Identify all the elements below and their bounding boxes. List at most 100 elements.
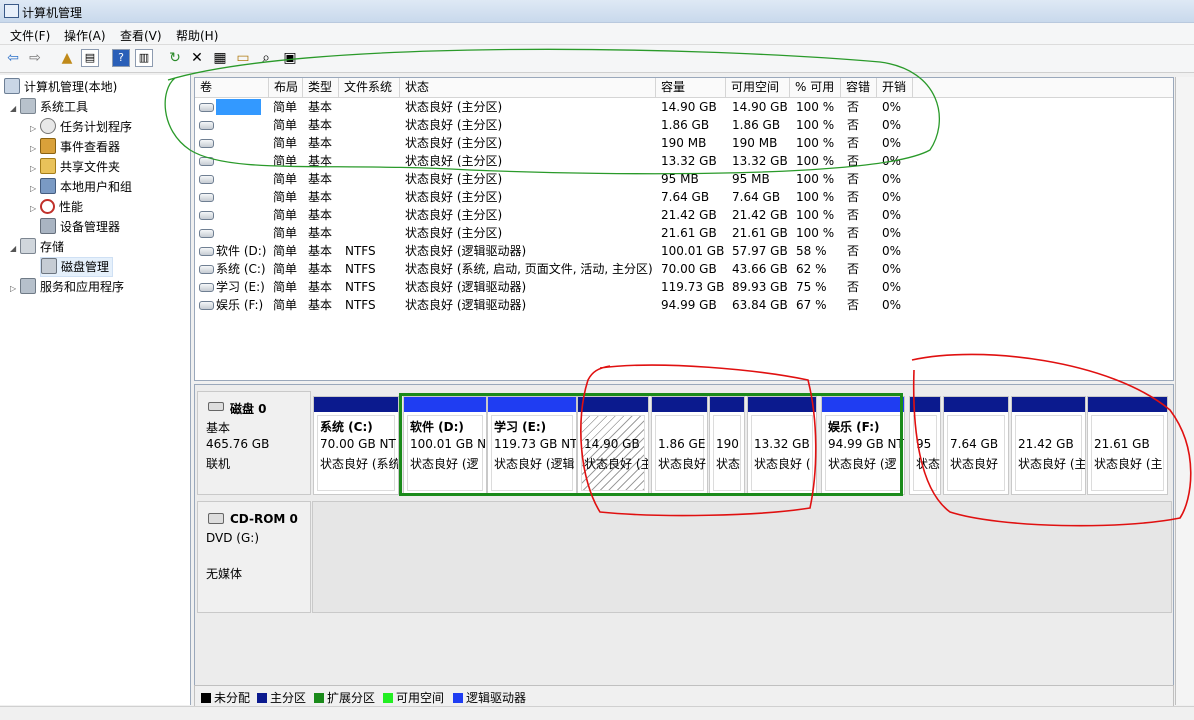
disk-management-icon [41,258,57,274]
cdrom-icon [208,513,224,524]
legend-swatch [453,693,463,703]
collapsed-icon[interactable]: ▷ [30,200,40,218]
volume-ft-cell: 否 [847,118,860,132]
volume-row[interactable]: 系统 (C:) 简单 基本 NTFS 状态良好 (系统, 启动, 页面文件, 活动, 主… [195,260,1173,278]
partition-size: 70.00 GB NT [320,437,396,451]
volume-capacity-cell: 190 MB [661,136,707,150]
tree-item-event-viewer[interactable]: ▷ 事件查看器 [30,138,120,156]
volume-list-header: 卷 布局 类型 文件系统 状态 容量 可用空间 % 可用 容错 开销 [195,78,1173,98]
volume-row[interactable]: 简单 基本 状态良好 (主分区) 1.86 GB 1.86 GB 100 % 否 0% [195,116,1173,134]
volume-pct-cell: 100 % [796,172,835,186]
menu-view[interactable]: 查看(V) [120,27,162,44]
partition-body [913,415,937,491]
partition-body [1015,415,1082,491]
partition-type-bar [944,397,1008,412]
partition-block[interactable]: 21.42 GB 状态良好 (主 [1011,396,1086,495]
partition-block[interactable]: 7.64 GB 状态良好 [943,396,1009,495]
action-pane-strip[interactable] [1175,77,1194,705]
tree-item-disk-management[interactable]: 磁盘管理 [40,257,114,277]
drive-icon [199,301,214,310]
tree-item-device-manager[interactable]: 设备管理器 [40,218,120,236]
cdrom-0-area[interactable] [312,501,1172,613]
tree-item-computer-management[interactable]: 计算机管理(本地) [4,78,117,96]
expanded-icon[interactable]: ◢ [10,100,20,118]
tree-label: 共享文件夹 [60,160,121,174]
volume-row[interactable]: 简单 基本 状态良好 (主分区) 13.32 GB 13.32 GB 100 % 否 0% [195,152,1173,170]
volume-row[interactable]: 简单 基本 状态良好 (主分区) 95 MB 95 MB 100 % 否 0% [195,170,1173,188]
tree-item-storage[interactable]: ◢ 存储 [10,238,64,256]
action-pane-icon[interactable]: ▥ [135,49,153,67]
volume-layout-cell: 简单 [273,244,298,258]
tree-item-services[interactable]: ▷ 服务和应用程序 [10,278,124,296]
volume-pct-cell: 62 % [796,262,827,276]
volume-fs-cell: NTFS [345,280,376,294]
collapsed-icon[interactable]: ▷ [30,140,40,158]
partition-status: 状态良好 (主 [1018,457,1086,471]
collapsed-icon[interactable]: ▷ [30,160,40,178]
column-header-volume[interactable]: 卷 [195,78,269,97]
volume-pct-cell: 58 % [796,244,827,258]
cdrom-media: 无媒体 [206,567,243,581]
collapsed-icon[interactable]: ▷ [10,280,20,298]
cdrom-0-label[interactable]: CD-ROM 0 DVD (G:) 无媒体 [197,501,311,613]
show-hide-tree-icon[interactable]: ▤ [81,49,99,67]
menu-file[interactable]: 文件(F) [10,27,50,44]
settings-icon[interactable]: ▣ [281,49,299,67]
expanded-icon[interactable]: ◢ [10,240,20,258]
column-header-filesystem[interactable]: 文件系统 [339,78,400,97]
tree-item-local-users[interactable]: ▷ 本地用户和组 [30,178,132,196]
tree-item-performance[interactable]: ▷ 性能 [30,198,83,216]
column-header-capacity[interactable]: 容量 [656,78,726,97]
tree-item-shared-folders[interactable]: ▷ 共享文件夹 [30,158,120,176]
partition-block[interactable]: 21.61 GB 状态良好 (主 [1087,396,1168,495]
column-header-percent-free[interactable]: % 可用 [790,78,841,97]
properties-icon[interactable]: ▦ [211,49,229,67]
volume-name-cell [199,224,216,242]
volume-row[interactable]: 软件 (D:) 简单 基本 NTFS 状态良好 (逻辑驱动器) 100.01 GB 57.9… [195,242,1173,260]
help-icon[interactable]: ? [112,49,130,67]
delete-icon[interactable]: ✕ [188,49,206,67]
column-header-fault-tolerance[interactable]: 容错 [841,78,877,97]
forward-icon[interactable]: ⇨ [26,49,44,67]
collapsed-icon[interactable]: ▷ [30,120,40,138]
partition-status: 状态良好 (系统 [320,457,399,471]
partition-size: 7.64 GB [950,437,999,451]
volume-free-cell: 7.64 GB [732,190,781,204]
open-icon[interactable]: ▭ [234,49,252,67]
volume-free-cell: 57.97 GB [732,244,788,258]
volume-row[interactable]: 简单 基本 状态良好 (主分区) 7.64 GB 7.64 GB 100 % 否 0% [195,188,1173,206]
volume-row[interactable]: 学习 (E:) 简单 基本 NTFS 状态良好 (逻辑驱动器) 119.73 GB 89.9… [195,278,1173,296]
navigation-tree: 计算机管理(本地) ◢ 系统工具 ▷ 任务计划程序 ▷ 事件查看器 ▷ 共享文件夹 ▷ 本… [0,75,191,705]
menu-action[interactable]: 操作(A) [64,27,106,44]
volume-row[interactable]: 简单 基本 状态良好 (主分区) 21.42 GB 21.42 GB 100 % 否 0% [195,206,1173,224]
partition-block[interactable]: 95 状态 [909,396,941,495]
drive-icon [199,121,214,130]
collapsed-icon[interactable]: ▷ [30,180,40,198]
column-header-overhead[interactable]: 开销 [877,78,913,97]
volume-row[interactable]: 娱乐 (F:) 简单 基本 NTFS 状态良好 (逻辑驱动器) 94.99 GB 63.84… [195,296,1173,314]
search-icon[interactable]: ⌕ [257,49,275,67]
volume-name-cell [199,152,216,170]
menu-help[interactable]: 帮助(H) [176,27,218,44]
column-header-type[interactable]: 类型 [303,78,339,97]
partition-block[interactable]: 系统 (C:) 70.00 GB NT 状态良好 (系统 [313,396,399,495]
tree-label: 事件查看器 [60,140,121,154]
tree-item-task-scheduler[interactable]: ▷ 任务计划程序 [30,118,132,136]
volume-ft-cell: 否 [847,298,860,312]
up-folder-icon[interactable]: ▲ [58,49,76,67]
column-header-layout[interactable]: 布局 [269,78,303,97]
column-header-status[interactable]: 状态 [400,78,656,97]
volume-row[interactable]: 简单 基本 状态良好 (主分区) 21.61 GB 21.61 GB 100 % 否 0% [195,224,1173,242]
tree-item-system-tools[interactable]: ◢ 系统工具 [10,98,88,116]
volume-type-cell: 基本 [308,244,333,258]
volume-overhead-cell: 0% [882,136,902,150]
drive-icon [199,157,214,166]
volume-ft-cell: 否 [847,190,860,204]
volume-row[interactable]: 简单 基本 状态良好 (主分区) 190 MB 190 MB 100 % 否 0% [195,134,1173,152]
volume-type-cell: 基本 [308,118,333,132]
column-header-free-space[interactable]: 可用空间 [726,78,790,97]
refresh-icon[interactable]: ↻ [166,49,184,67]
legend-item: 可用空间 [383,689,444,706]
volume-row[interactable]: 简单 基本 状态良好 (主分区) 14.90 GB 14.90 GB 100 % 否 0% [195,98,1173,116]
back-icon[interactable]: ⇦ [4,49,22,67]
